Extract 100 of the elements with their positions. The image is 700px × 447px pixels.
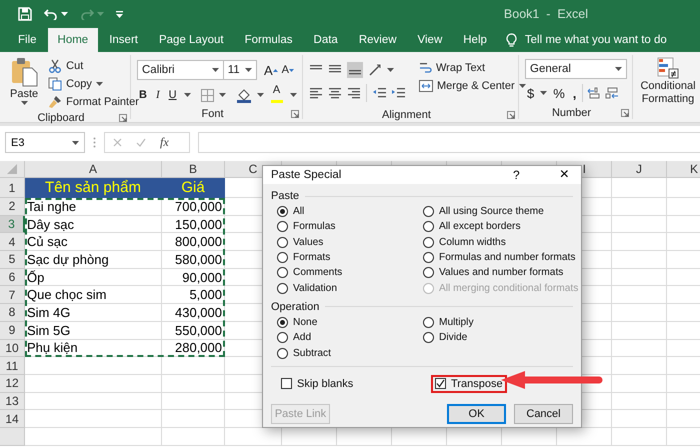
italic-button[interactable]: I <box>154 85 162 105</box>
radio-option[interactable]: Column widths <box>423 234 578 250</box>
paste-button[interactable]: Paste <box>6 57 42 110</box>
radio-button[interactable] <box>423 236 434 248</box>
radio-option[interactable]: Formulas and number formats <box>423 250 578 266</box>
row-header[interactable]: 12 <box>0 374 25 393</box>
ribbon-tab[interactable]: Insert <box>99 28 148 52</box>
radio-button[interactable] <box>423 332 434 344</box>
name-box[interactable]: E3 <box>5 132 85 153</box>
radio-button[interactable] <box>423 267 434 278</box>
ribbon-tab[interactable]: View <box>408 28 452 52</box>
percent-button[interactable]: % <box>551 83 567 103</box>
radio-option[interactable]: All except borders <box>423 219 578 235</box>
row-header[interactable]: 11 <box>0 357 25 375</box>
increase-indent-icon[interactable] <box>391 87 405 99</box>
formula-input[interactable] <box>198 132 700 153</box>
radio-button[interactable] <box>423 252 434 264</box>
dialog-button[interactable]: OK <box>447 404 506 424</box>
radio-option[interactable]: All <box>277 204 423 220</box>
checkbox-option[interactable]: Transpose <box>431 374 507 393</box>
decrease-indent-icon[interactable] <box>372 87 386 99</box>
fill-color-icon[interactable] <box>236 88 252 102</box>
ribbon-tab[interactable]: Page Layout <box>148 28 234 52</box>
checkbox[interactable] <box>281 378 292 390</box>
radio-button[interactable] <box>423 316 434 328</box>
align-bottom-icon[interactable] <box>347 62 363 78</box>
row-header[interactable]: 9 <box>0 322 25 340</box>
radio-button[interactable] <box>277 332 288 344</box>
help-button[interactable]: ? <box>506 167 526 183</box>
conditional-formatting-button[interactable]: Conditional Formatting <box>633 57 700 119</box>
radio-option[interactable]: Formats <box>277 250 423 266</box>
row-header[interactable]: 13 <box>0 392 25 410</box>
font-name-field[interactable]: Calibri <box>137 60 224 80</box>
row-header[interactable]: 7 <box>0 286 25 304</box>
orientation-icon[interactable] <box>368 64 382 76</box>
comma-button[interactable]: , <box>570 83 578 103</box>
dialog-launcher-icon[interactable] <box>119 114 127 122</box>
ribbon-tab[interactable]: Review <box>348 28 407 52</box>
dialog-launcher-icon[interactable] <box>507 111 515 119</box>
save-icon[interactable] <box>18 7 32 21</box>
radio-option[interactable]: Values and number formats <box>423 265 578 280</box>
radio-button[interactable] <box>277 252 288 264</box>
radio-button[interactable] <box>277 206 288 218</box>
align-right-icon[interactable] <box>347 87 361 99</box>
align-center-icon[interactable] <box>328 87 342 99</box>
radio-option[interactable]: All using Source theme <box>423 204 578 220</box>
radio-option[interactable]: Add <box>277 330 423 346</box>
checkbox-option[interactable]: Skip blanks <box>277 374 358 393</box>
radio-button[interactable] <box>277 348 288 359</box>
radio-button[interactable] <box>277 221 288 232</box>
font-size-field[interactable]: 11 <box>224 60 257 80</box>
borders-icon[interactable] <box>200 88 214 102</box>
radio-option[interactable]: Values <box>277 234 423 250</box>
row-header[interactable]: 5 <box>0 251 25 269</box>
ribbon-tab[interactable]: Help <box>453 28 497 52</box>
row-header[interactable]: 14 <box>0 410 25 428</box>
insert-function-button[interactable]: fx <box>160 135 169 150</box>
radio-button[interactable] <box>277 282 288 294</box>
dialog-launcher-icon[interactable] <box>291 110 299 118</box>
row-header[interactable]: 10 <box>0 340 25 358</box>
shrink-font-button[interactable]: A <box>280 60 296 80</box>
radio-button[interactable] <box>423 206 434 218</box>
radio-button[interactable] <box>423 221 434 232</box>
number-format-field[interactable]: General <box>525 59 627 79</box>
row-header[interactable]: 2 <box>0 198 25 216</box>
increase-decimal-icon[interactable] <box>587 87 602 99</box>
row-header[interactable]: 8 <box>0 304 25 322</box>
ribbon-tab[interactable]: Data <box>304 28 348 52</box>
row-header[interactable]: 3 <box>0 216 25 234</box>
grip-icon[interactable] <box>93 137 96 148</box>
currency-button[interactable]: $ <box>525 83 536 103</box>
decrease-decimal-icon[interactable] <box>605 87 620 99</box>
row-header[interactable]: 6 <box>0 268 25 286</box>
dialog-button[interactable]: Cancel <box>514 404 573 424</box>
row-header[interactable]: 4 <box>0 233 25 252</box>
dialog-launcher-icon[interactable] <box>621 108 629 116</box>
merge-center-button[interactable]: Merge & Center <box>417 77 528 94</box>
radio-option[interactable]: Formulas <box>277 219 423 235</box>
radio-button[interactable] <box>277 316 288 328</box>
radio-option[interactable]: Validation <box>277 280 423 296</box>
column-header[interactable]: J <box>612 161 667 178</box>
radio-option[interactable]: Divide <box>423 330 573 346</box>
radio-option[interactable]: Subtract <box>277 345 423 361</box>
row-header[interactable]: 1 <box>0 178 25 198</box>
column-header[interactable]: K <box>667 161 700 178</box>
ribbon-tab[interactable]: Home <box>48 28 98 52</box>
grow-font-button[interactable]: A <box>262 60 280 80</box>
ribbon-tab[interactable]: Formulas <box>234 28 303 52</box>
column-header[interactable]: B <box>162 161 225 178</box>
align-left-icon[interactable] <box>309 87 323 99</box>
customize-icon[interactable] <box>116 10 123 18</box>
wrap-text-button[interactable]: Wrap Text <box>417 59 528 76</box>
tell-me-field[interactable]: Tell me what you want to do <box>524 34 667 46</box>
ribbon-tab[interactable]: File <box>8 28 47 52</box>
radio-button[interactable] <box>277 236 288 248</box>
undo-icon[interactable] <box>44 8 58 20</box>
radio-button[interactable] <box>277 267 288 278</box>
font-color-button[interactable]: A <box>268 85 285 105</box>
checkbox[interactable] <box>435 378 446 390</box>
underline-button[interactable]: U <box>166 85 179 105</box>
